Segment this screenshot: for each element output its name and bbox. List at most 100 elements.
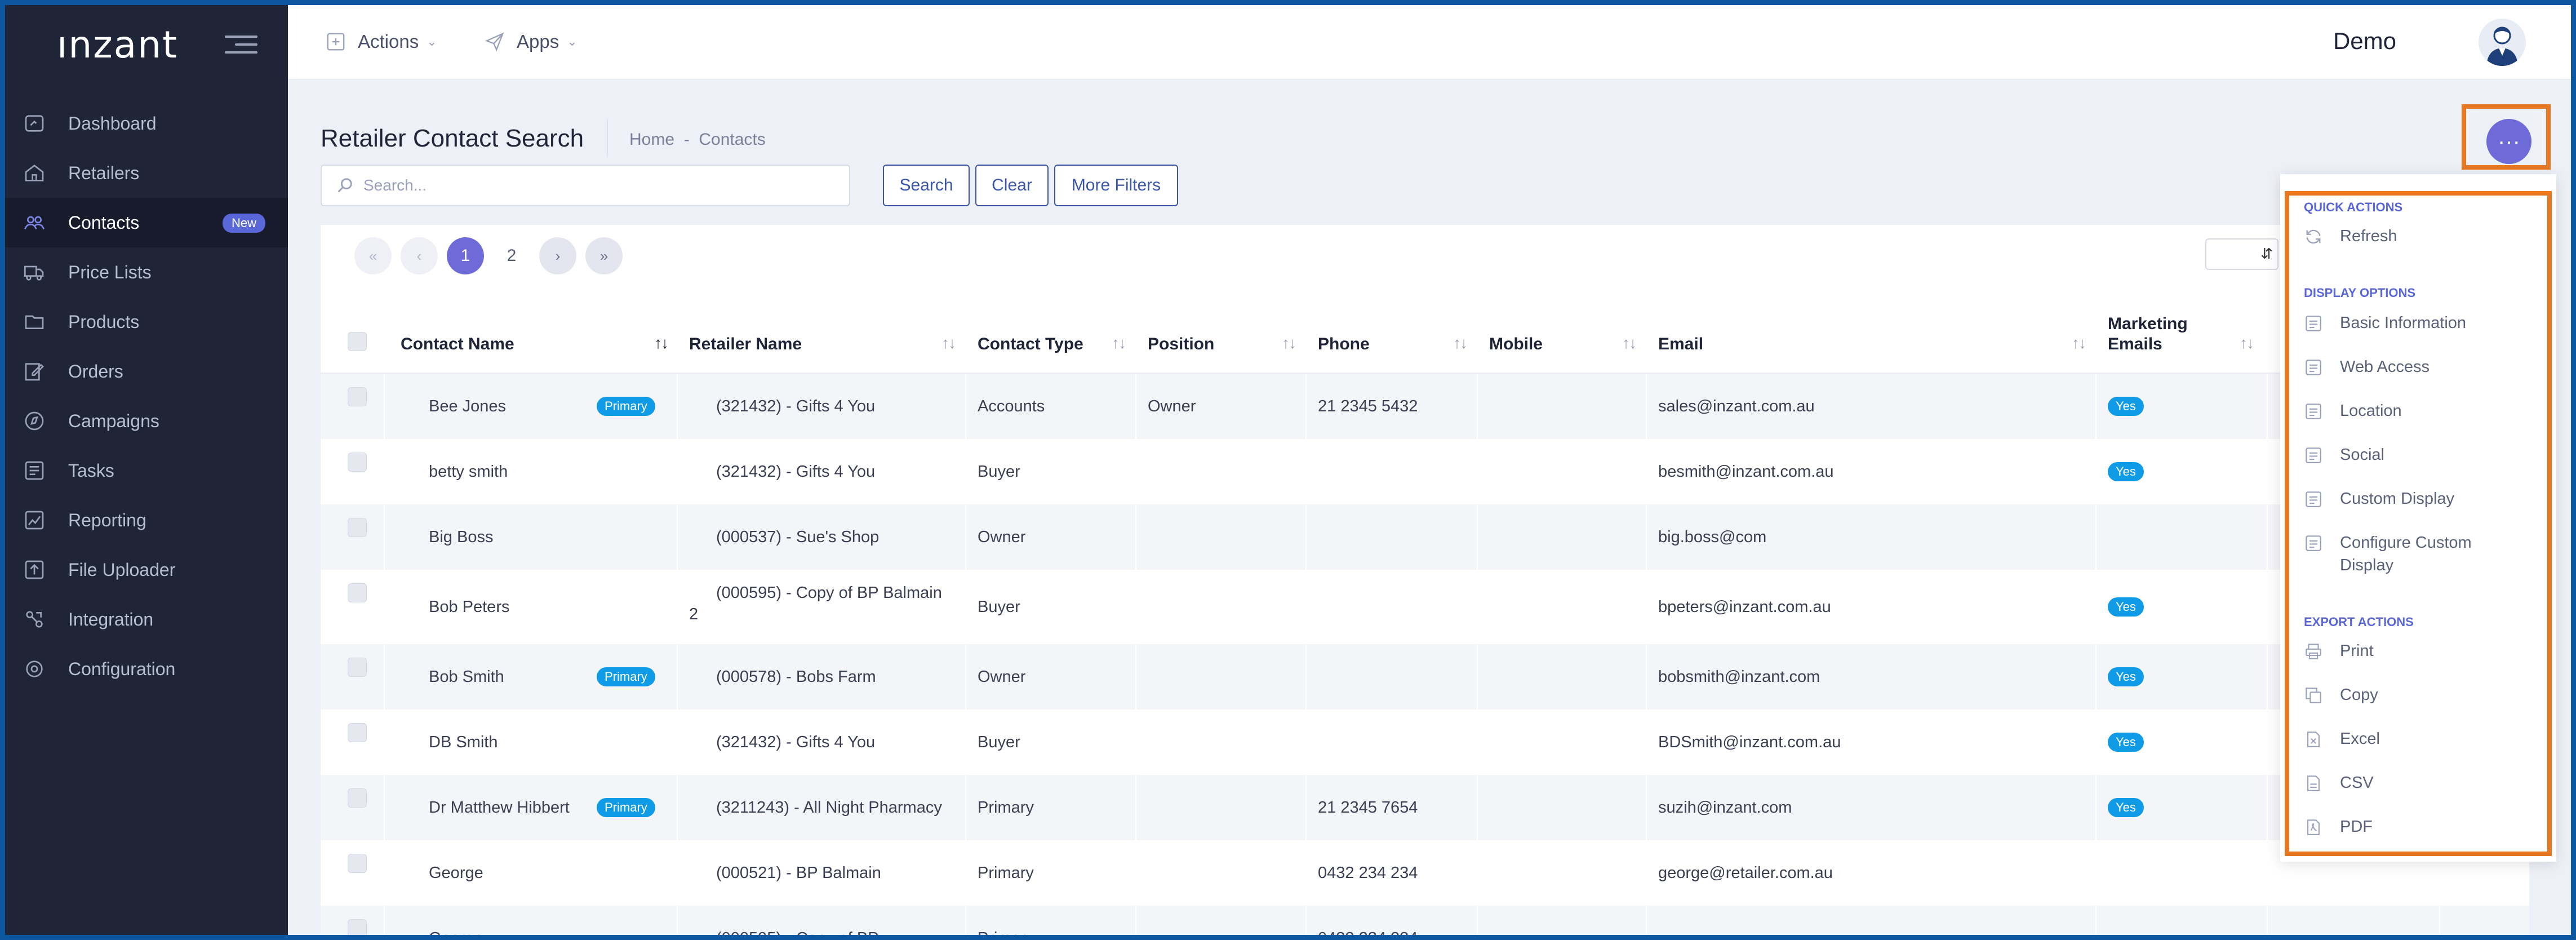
sort-icon[interactable]: ↑↓ [2240,334,2254,352]
cell-email[interactable]: BDSmith@inzant.com.au [1658,731,1841,753]
cell-email[interactable]: bpeters@inzant.com.au [1658,596,1831,618]
clear-button[interactable]: Clear [975,165,1049,206]
sort-icon[interactable]: ↑↓ [1112,334,1126,352]
row-checkbox[interactable] [348,788,367,808]
table-row[interactable]: DB Smith (321432) - Gifts 4 You Buyer BDSmi… [321,710,2529,775]
sidebar-item-price-lists[interactable]: Price Lists [5,247,288,297]
location-menu-item[interactable]: Location [2304,400,2520,422]
row-checkbox[interactable] [348,453,367,472]
cell-email[interactable]: suzih@inzant.com [1658,797,1792,818]
app-logo[interactable]: ınzant [57,23,178,66]
sort-icon[interactable]: ↑↓ [1453,334,1468,352]
cell-retailer-name[interactable]: (000578) - Bobs Farm [689,666,954,688]
social-menu-item[interactable]: Social [2304,444,2520,466]
prev-page-button[interactable]: ‹ [401,237,438,274]
sidebar-item-retailers[interactable]: Retailers [5,148,288,198]
cell-email[interactable]: bobsmith@inzant.com [1658,666,1820,688]
cell-retailer-name[interactable]: (321432) - Gifts 4 You [689,461,954,482]
cell-contact-name[interactable]: Bob Smith [429,666,504,688]
apps-menu[interactable]: Apps ⌄ [484,31,578,52]
cell-email[interactable]: besmith@inzant.com.au [1658,461,1834,482]
page-2-button[interactable]: 2 [493,237,530,274]
pdf-menu-item[interactable]: PDF [2304,815,2373,838]
sidebar-item-contacts[interactable]: Contacts New [5,198,288,247]
cell-contact-name[interactable]: betty smith [429,461,508,482]
configure-custom-display-menu-item[interactable]: Configure Custom Display [2304,531,2520,577]
sidebar-item-file-uploader[interactable]: File Uploader [5,545,288,595]
row-checkbox[interactable] [348,854,367,873]
table-row[interactable]: Bob Smith Primary (000578) - Bobs Farm Owne… [321,644,2529,710]
table-row[interactable]: betty smith (321432) - Gifts 4 You Buyer be… [321,439,2529,504]
refresh-menu-item[interactable]: Refresh [2304,225,2397,247]
user-name[interactable]: Demo [2333,28,2396,55]
sidebar-item-tasks[interactable]: Tasks [5,446,288,495]
row-checkbox[interactable] [348,723,367,742]
cell-contact-name[interactable]: Dr Matthew Hibbert [429,797,570,818]
custom-display-menu-item[interactable]: Custom Display [2304,487,2520,510]
sidebar-item-orders[interactable]: Orders [5,347,288,396]
cell-retailer-name[interactable]: (000595) - Copy of BP Balmain 2 [689,582,954,625]
search-input[interactable] [363,176,825,194]
table-row[interactable]: Dr Matthew Hibbert Primary (3211243) - All… [321,775,2529,840]
col-phone[interactable]: Phone [1318,334,1370,354]
breadcrumb[interactable]: Home - Contacts [629,130,766,149]
row-checkbox[interactable] [348,518,367,537]
cell-retailer-name[interactable]: (321432) - Gifts 4 You [689,396,954,417]
sidebar-item-products[interactable]: Products [5,297,288,347]
more-filters-button[interactable]: More Filters [1054,165,1178,206]
sort-icon[interactable]: ↑↓ [1282,334,1296,352]
row-checkbox[interactable] [348,387,367,406]
csv-menu-item[interactable]: CSV [2304,771,2374,794]
cell-contact-name[interactable]: George [429,862,483,884]
col-mobile[interactable]: Mobile [1489,334,1543,354]
sidebar-item-reporting[interactable]: Reporting [5,495,288,545]
sort-asc-icon[interactable]: ↑↓ [654,334,669,352]
cell-retailer-name[interactable]: (3211243) - All Night Pharmacy [689,797,954,818]
cell-retailer-name[interactable]: (000521) - BP Balmain [689,862,954,884]
hamburger-menu-icon[interactable] [225,33,257,56]
web-access-menu-item[interactable]: Web Access [2304,356,2520,378]
row-checkbox[interactable] [348,919,367,935]
sidebar-item-campaigns[interactable]: Campaigns [5,396,288,446]
copy-menu-item[interactable]: Copy [2304,684,2378,706]
col-email[interactable]: Email [1658,334,1703,354]
sidebar-item-configuration[interactable]: Configuration [5,644,288,694]
last-page-button[interactable]: » [585,237,623,274]
page-1-button[interactable]: 1 [447,237,484,274]
sort-icon[interactable]: ↑↓ [941,334,956,352]
cell-contact-name[interactable]: Bee Jones [429,396,506,417]
next-page-button[interactable]: › [539,237,576,274]
basic-information-menu-item[interactable]: Basic Information [2304,312,2520,334]
table-row[interactable]: Bob Peters (000595) - Copy of BP Balmain … [321,570,2529,644]
avatar[interactable] [2479,19,2526,66]
actions-menu[interactable]: Actions ⌄ [325,31,437,52]
more-actions-button[interactable]: ··· [2486,119,2531,164]
print-menu-item[interactable]: Print [2304,640,2374,662]
table-row[interactable]: Bee Jones Primary (321432) - Gifts 4 You Ac… [321,374,2529,439]
page-size-select[interactable]: ⇵ [2205,238,2279,270]
cell-contact-name[interactable]: DB Smith [429,731,498,753]
table-row[interactable]: George (000595) - Copy of BP Primary 0432 2… [321,906,2529,935]
sort-icon[interactable]: ↑↓ [1622,334,1637,352]
cell-retailer-name[interactable]: (321432) - Gifts 4 You [689,731,954,753]
sidebar-item-dashboard[interactable]: Dashboard [5,99,288,148]
col-contact-name[interactable]: Contact Name [401,334,514,354]
col-contact-type[interactable]: Contact Type [978,334,1083,354]
table-row[interactable]: George (000521) - BP Balmain Primary 0432 2… [321,840,2529,906]
col-retailer-name[interactable]: Retailer Name [689,334,802,354]
sidebar-item-integration[interactable]: Integration [5,595,288,644]
first-page-button[interactable]: « [354,237,392,274]
col-position[interactable]: Position [1148,334,1214,354]
cell-contact-name[interactable]: Bob Peters [429,596,509,618]
cell-email[interactable]: sales@inzant.com.au [1658,396,1815,417]
excel-menu-item[interactable]: Excel [2304,728,2380,750]
sort-icon[interactable]: ↑↓ [2072,334,2086,352]
row-checkbox[interactable] [348,658,367,677]
cell-retailer-name[interactable]: (000537) - Sue's Shop [689,526,954,548]
cell-email[interactable]: george@retailer.com.au [1658,862,1833,884]
col-marketing-emails[interactable]: Marketing Emails [2108,314,2204,354]
cell-contact-name[interactable]: George [429,928,483,935]
cell-contact-name[interactable]: Big Boss [429,526,493,548]
cell-retailer-name[interactable]: (000595) - Copy of BP [689,928,954,935]
row-checkbox[interactable] [348,583,367,602]
